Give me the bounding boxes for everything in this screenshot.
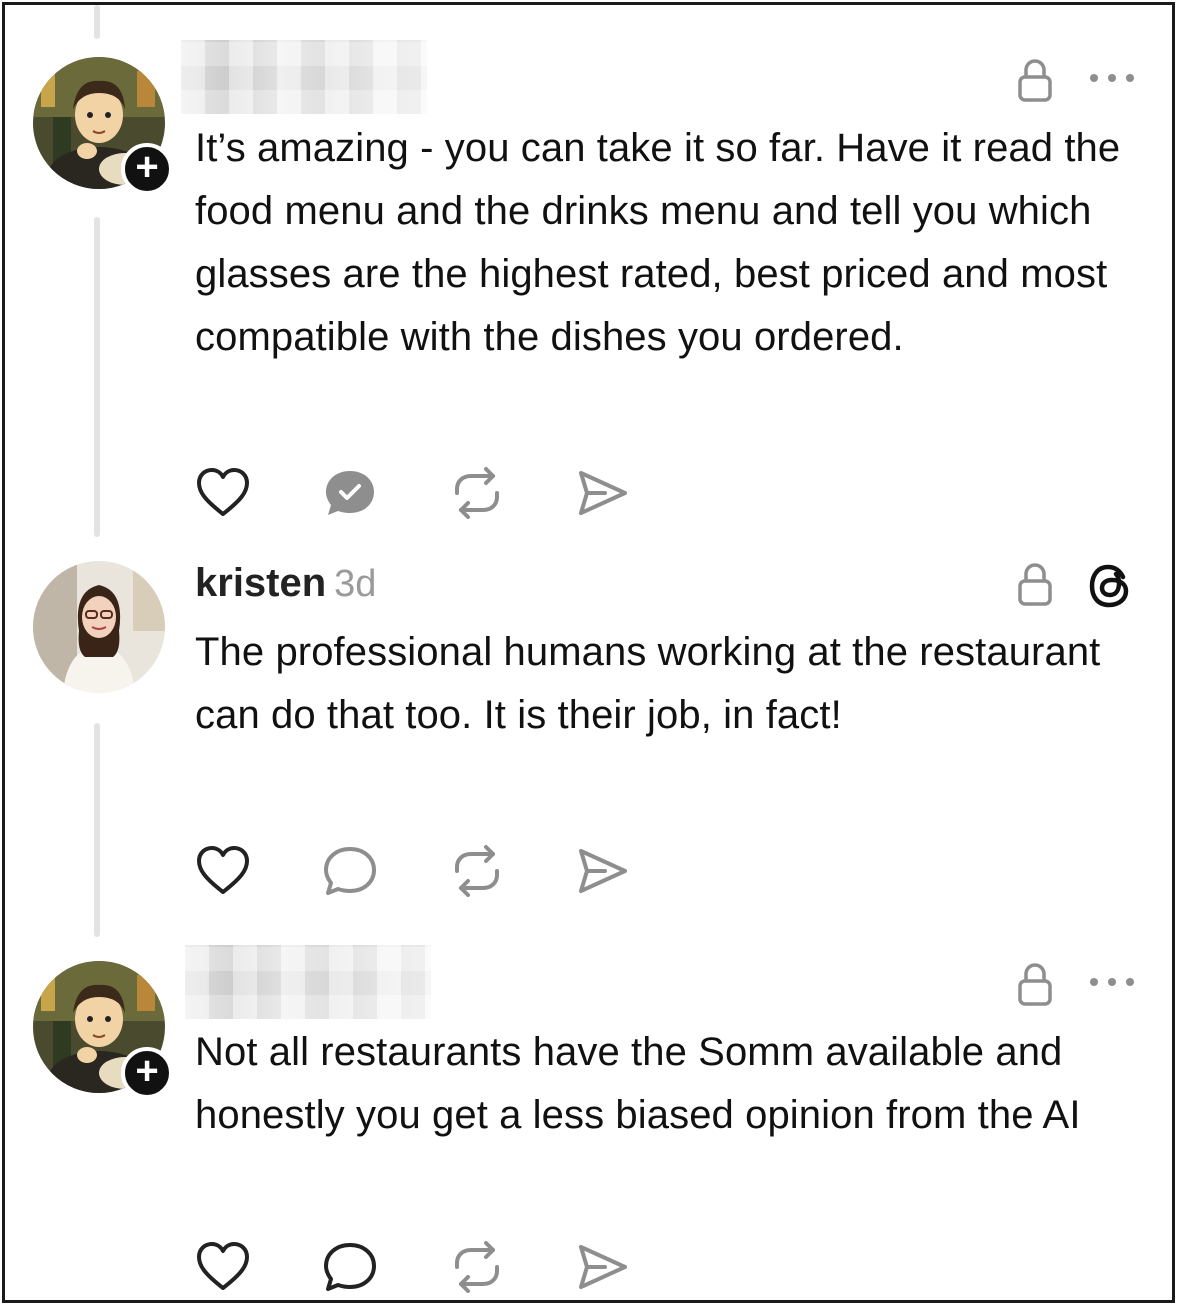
post-text: It’s amazing - you can take it so far. H…: [195, 126, 1121, 359]
thread-connector: [94, 217, 100, 537]
reply-icon[interactable]: [323, 1241, 379, 1293]
lock-icon: [1017, 561, 1053, 607]
username-redacted: [185, 945, 431, 1019]
post-text: The professional humans working at the r…: [195, 630, 1101, 737]
username-redacted: [181, 40, 427, 114]
username-text[interactable]: kristen: [195, 561, 326, 605]
heart-icon[interactable]: [195, 845, 251, 897]
follow-plus-icon[interactable]: +: [121, 1047, 173, 1099]
timestamp: 3d: [334, 563, 377, 605]
more-icon[interactable]: [1087, 975, 1137, 989]
lock-icon: [1017, 961, 1053, 1007]
share-icon[interactable]: [575, 1241, 631, 1293]
username[interactable]: kristen 3d: [195, 561, 376, 606]
follow-plus-icon[interactable]: +: [121, 143, 173, 195]
repost-icon[interactable]: [449, 1241, 505, 1293]
lock-icon: [1017, 57, 1053, 103]
post-text: Not all restaurants have the Somm availa…: [195, 1030, 1081, 1137]
more-icon[interactable]: [1087, 71, 1137, 85]
reply-filled-check-icon[interactable]: [323, 467, 379, 519]
avatar[interactable]: [33, 561, 165, 693]
repost-icon[interactable]: [449, 467, 505, 519]
reply-icon[interactable]: [323, 845, 379, 897]
threads-logo-icon[interactable]: [1087, 563, 1133, 609]
repost-icon[interactable]: [449, 845, 505, 897]
thread-container: + It’s amazing - you can take it so far.…: [2, 2, 1175, 1303]
thread-connector: [94, 723, 100, 937]
share-icon[interactable]: [575, 467, 631, 519]
heart-icon[interactable]: [195, 467, 251, 519]
share-icon[interactable]: [575, 845, 631, 897]
heart-icon[interactable]: [195, 1241, 251, 1293]
thread-connector: [94, 5, 100, 39]
